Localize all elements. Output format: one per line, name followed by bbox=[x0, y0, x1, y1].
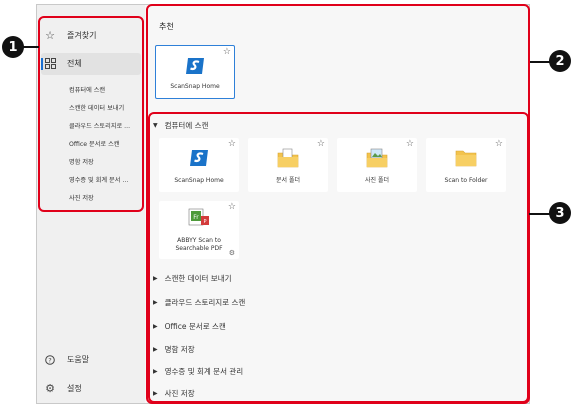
triangle-right-icon: ▶ bbox=[153, 368, 158, 375]
triangle-right-icon: ▶ bbox=[153, 346, 158, 353]
sidebar-item-help[interactable]: ? 도움말 bbox=[43, 354, 89, 365]
callout-leader-2 bbox=[530, 61, 550, 63]
section-label: 명함 저장 bbox=[164, 345, 195, 354]
photo-folder-icon bbox=[366, 148, 388, 172]
callout-badge-3: 3 bbox=[549, 202, 571, 224]
sidebar-subitem-receipts[interactable]: 영수증 및 회계 문서 ... bbox=[69, 175, 128, 184]
section-label: 클라우드 스토리지로 스캔 bbox=[164, 298, 246, 307]
section-header-business-cards[interactable]: ▶ 명함 저장 bbox=[153, 344, 195, 355]
sidebar-item-label: 설정 bbox=[67, 384, 82, 393]
sidebar-subitem-scan-to-computer[interactable]: 컴퓨터에 스캔 bbox=[69, 85, 105, 94]
sidebar-item-label: 도움말 bbox=[67, 355, 90, 364]
sidebar-item-settings[interactable]: ⚙ 설정 bbox=[43, 382, 82, 395]
svg-text:?: ? bbox=[48, 356, 51, 364]
gear-icon[interactable]: ⚙ bbox=[229, 249, 235, 257]
callout-leader-3 bbox=[529, 213, 550, 215]
sidebar: ☆ 즐겨찾기 전체 컴퓨터에 스캔 스캔한 데이터 보내기 클라우드 스토리지로… bbox=[37, 5, 145, 403]
sidebar-subitem-photos[interactable]: 사진 저장 bbox=[69, 193, 94, 202]
star-icon[interactable]: ☆ bbox=[228, 202, 236, 212]
section-header-receipts[interactable]: ▶ 영수증 및 회계 문서 관리 bbox=[153, 366, 243, 377]
sidebar-subitem-business-cards[interactable]: 명함 저장 bbox=[69, 157, 94, 166]
triangle-right-icon: ▶ bbox=[153, 390, 158, 397]
profile-card-document-folder[interactable]: ☆ 문서 폴더 bbox=[248, 138, 328, 192]
scansnap-logo-icon bbox=[188, 148, 210, 172]
triangle-right-icon: ▶ bbox=[153, 299, 158, 306]
card-label: Scan to Folder bbox=[444, 177, 488, 184]
profile-card-photo-folder[interactable]: ☆ 사진 폴더 bbox=[337, 138, 417, 192]
profile-card-abbyy-scan-to-pdf[interactable]: ☆ Fr P ABBYY Scan to Searchable PDF ⚙ bbox=[159, 201, 239, 259]
callout-badge-1: 1 bbox=[2, 36, 24, 58]
section-header-send-scanned-data[interactable]: ▶ 스캔한 데이터 보내기 bbox=[153, 273, 232, 284]
card-label: ScanSnap Home bbox=[170, 83, 220, 90]
triangle-down-icon: ▼ bbox=[153, 122, 158, 129]
star-icon[interactable]: ☆ bbox=[495, 139, 503, 149]
sidebar-subitem-send-scanned-data[interactable]: 스캔한 데이터 보내기 bbox=[69, 103, 124, 112]
section-label: 영수증 및 회계 문서 관리 bbox=[164, 367, 244, 376]
sidebar-subitem-office-docs[interactable]: Office 문서로 스캔 bbox=[69, 139, 119, 148]
section-header-cloud-storage[interactable]: ▶ 클라우드 스토리지로 스캔 bbox=[153, 297, 245, 308]
sidebar-subitem-cloud-storage[interactable]: 클라우드 스토리지로 ... bbox=[69, 121, 130, 130]
sidebar-item-all[interactable]: 전체 bbox=[41, 53, 141, 75]
card-label: ScanSnap Home bbox=[174, 177, 224, 184]
callout-leader-1 bbox=[22, 46, 39, 48]
svg-text:P: P bbox=[203, 219, 206, 225]
profile-card-scan-to-folder[interactable]: ☆ Scan to Folder bbox=[426, 138, 506, 192]
triangle-right-icon: ▶ bbox=[153, 323, 158, 330]
svg-text:Fr: Fr bbox=[193, 214, 199, 221]
profile-card-recommended-scansnap-home[interactable]: ☆ ScanSnap Home bbox=[155, 45, 235, 99]
card-label-line1: ABBYY Scan to bbox=[177, 237, 221, 244]
document-folder-icon bbox=[277, 148, 299, 172]
section-label: Office 문서로 스캔 bbox=[164, 322, 226, 331]
help-icon: ? bbox=[43, 354, 57, 365]
section-header-photos[interactable]: ▶ 사진 저장 bbox=[153, 388, 195, 399]
section-label: 사진 저장 bbox=[164, 389, 195, 398]
section-label: 스캔한 데이터 보내기 bbox=[164, 274, 232, 283]
star-icon[interactable]: ☆ bbox=[406, 139, 414, 149]
sidebar-item-label: 즐겨찾기 bbox=[67, 31, 97, 40]
sidebar-item-favorites[interactable]: ☆ 즐겨찾기 bbox=[43, 29, 96, 42]
section-header-office-docs[interactable]: ▶ Office 문서로 스캔 bbox=[153, 321, 226, 332]
section-header-scan-to-computer[interactable]: ▼ 컴퓨터에 스캔 bbox=[153, 120, 208, 131]
star-icon: ☆ bbox=[45, 29, 55, 42]
star-icon[interactable]: ☆ bbox=[223, 47, 231, 57]
section-title-recommended: 추천 bbox=[159, 22, 174, 31]
sidebar-item-label: 전체 bbox=[67, 59, 82, 68]
card-label-line2: Searchable PDF bbox=[175, 245, 223, 252]
star-icon[interactable]: ☆ bbox=[228, 139, 236, 149]
main-panel: 추천 ☆ ScanSnap Home ▼ 컴퓨터에 스캔 ☆ ScanSnap … bbox=[145, 5, 529, 403]
scansnap-logo-icon bbox=[184, 56, 206, 80]
gear-icon: ⚙ bbox=[45, 382, 55, 395]
section-label: 컴퓨터에 스캔 bbox=[164, 121, 209, 130]
grid-icon bbox=[43, 58, 57, 69]
callout-badge-2: 2 bbox=[549, 50, 571, 72]
abbyy-app-icon: Fr P bbox=[188, 207, 210, 231]
card-label: 사진 폴더 bbox=[365, 177, 389, 184]
folder-icon bbox=[455, 148, 477, 172]
star-icon[interactable]: ☆ bbox=[317, 139, 325, 149]
triangle-right-icon: ▶ bbox=[153, 275, 158, 282]
profile-card-scansnap-home[interactable]: ☆ ScanSnap Home bbox=[159, 138, 239, 192]
scansnap-home-window: ☆ 즐겨찾기 전체 컴퓨터에 스캔 스캔한 데이터 보내기 클라우드 스토리지로… bbox=[36, 4, 530, 404]
card-label: 문서 폴더 bbox=[276, 177, 300, 184]
